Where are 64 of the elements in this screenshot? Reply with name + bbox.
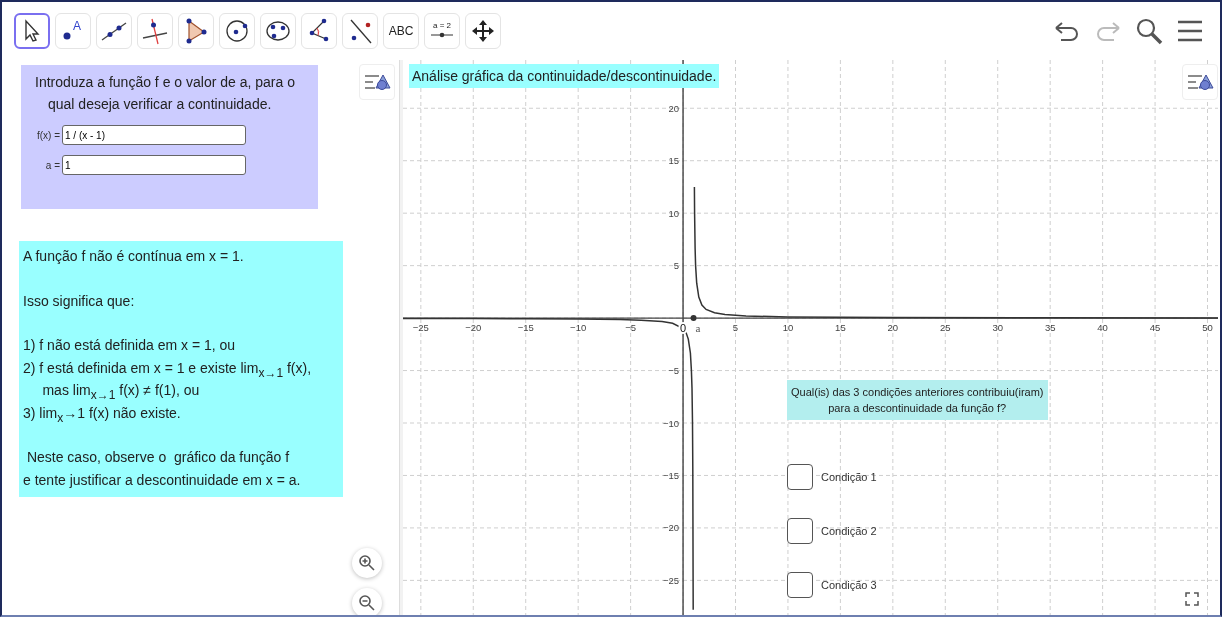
tick-label: −5 xyxy=(668,365,680,377)
tick-label: −15 xyxy=(517,322,534,334)
tick-label: −25 xyxy=(412,322,429,334)
tick-label: 45 xyxy=(1149,322,1161,334)
search-icon xyxy=(1135,17,1163,45)
input-field[interactable]: 1 xyxy=(62,155,246,175)
perpendicular-line-icon xyxy=(140,16,170,46)
tick-label: −10 xyxy=(570,322,587,334)
tick-label: −15 xyxy=(662,469,680,481)
result-text: Neste caso, observe o gráfico da função f xyxy=(25,449,290,465)
tick-label: 10 xyxy=(668,207,680,219)
graph-title: Análise gráfica da continuidade/descontinuidade. xyxy=(409,64,720,88)
tick-label: −5 xyxy=(625,322,637,334)
tick-label: 50 xyxy=(1202,322,1213,334)
tick-label: −10 xyxy=(662,417,680,429)
tick-label: 15 xyxy=(668,155,680,167)
checkbox[interactable] xyxy=(787,464,813,490)
fullscreen-icon xyxy=(1185,592,1199,606)
style-bar-button[interactable] xyxy=(1182,64,1218,100)
tick-label: 10 xyxy=(782,322,794,334)
result-text: Isso significa que: xyxy=(23,292,135,309)
tick-label: 5 xyxy=(673,260,680,272)
field-label: a = xyxy=(44,159,60,171)
zoom-out-icon xyxy=(358,594,376,612)
tick-label: 40 xyxy=(1097,322,1108,334)
style-bar-icon xyxy=(363,72,391,92)
question-text: Qual(is) das 3 condições anteriores contribuiu(iram) para a descontinuidade da função f? xyxy=(787,380,1048,420)
tick-label: −25 xyxy=(662,574,680,586)
tick-label: 15 xyxy=(835,322,846,334)
checkbox[interactable] xyxy=(787,518,813,544)
tick-label: 20 xyxy=(887,322,899,334)
point-label: a xyxy=(695,322,701,335)
tick-label: 35 xyxy=(1044,322,1056,334)
menu-icon xyxy=(1176,19,1204,43)
tick-label: 25 xyxy=(940,322,951,334)
result-text: 1) f não está definida em x = 1, ou xyxy=(23,337,236,353)
checkbox-label: Condição 2 xyxy=(821,525,877,537)
style-bar-button[interactable] xyxy=(359,64,395,100)
instruction-text: Introduza a função f e o valor de a, para o qual deseja verificar a continuidade. xyxy=(34,73,296,114)
zoom-out-button[interactable] xyxy=(352,588,382,615)
result-text: e tente justificar a descontinuidade em x = a. xyxy=(23,471,301,488)
result-text: 3) lim$_{x}$→1 f(x) não existe. xyxy=(23,404,181,421)
tick-label: −20 xyxy=(662,522,680,534)
style-bar-icon xyxy=(1186,72,1214,92)
redo-icon xyxy=(1094,20,1122,42)
undo-icon xyxy=(1053,20,1081,42)
point[interactable] xyxy=(690,315,697,322)
tick-label: 20 xyxy=(668,102,680,114)
input-field[interactable]: 1 / (x - 1) xyxy=(62,125,246,145)
text-tool[interactable]: ABC xyxy=(383,13,419,49)
checkbox-label: Condição 1 xyxy=(821,471,877,483)
result-text: 2) f está definida em x = 1 e existe lim$_{x→1}$ f(x), xyxy=(23,359,312,376)
zoom-in-button[interactable] xyxy=(352,548,382,578)
field-label: f(x) = xyxy=(35,129,60,141)
tick-label: 0 xyxy=(680,322,687,335)
tick-label: 30 xyxy=(992,322,1003,334)
tick-label: 5 xyxy=(732,322,739,334)
result-text: A função f não é contínua em x = 1. xyxy=(23,248,244,264)
zoom-in-icon xyxy=(358,554,376,572)
checkbox-label: Condição 3 xyxy=(821,579,877,591)
checkbox[interactable] xyxy=(787,572,813,598)
tool-button[interactable] xyxy=(14,13,50,49)
result-text: mas lim$_{x→1}$ f(x) ≠ f(1), ou xyxy=(41,382,200,398)
tick-label: −20 xyxy=(465,322,482,334)
